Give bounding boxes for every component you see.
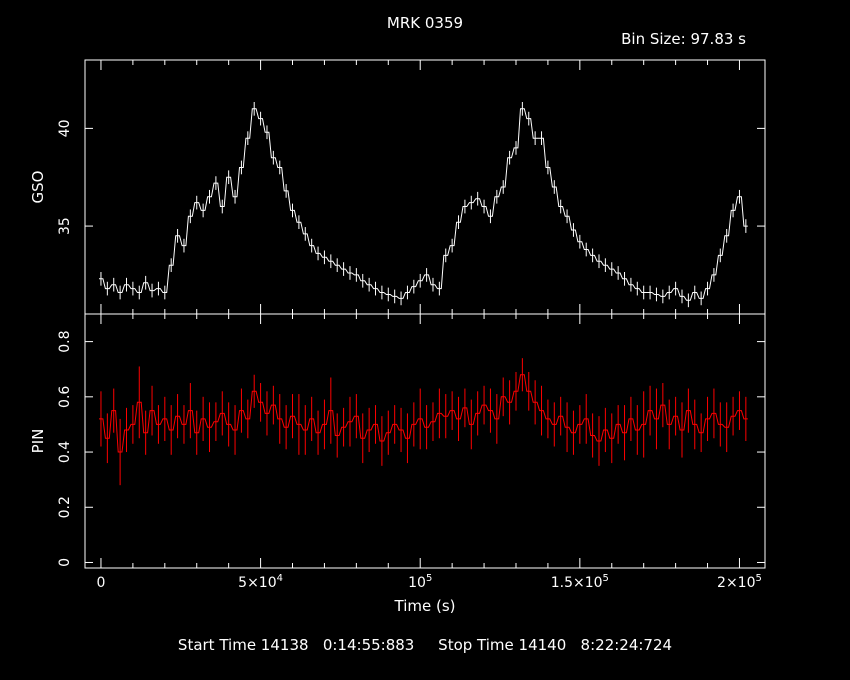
xtick-label: 5×104 — [238, 573, 283, 591]
xtick-label: 1.5×105 — [551, 573, 609, 591]
pin-ytick-label: 0.4 — [57, 441, 73, 463]
pin-ytick-label: 0.8 — [57, 330, 73, 352]
pin-panel-frame — [84, 313, 766, 569]
pin-ytick-label: 0.6 — [57, 386, 73, 408]
gso-ytick-label: 40 — [57, 119, 73, 137]
gso-ytick-label: 35 — [57, 217, 73, 235]
gso-ylabel: GSO — [29, 171, 47, 204]
xtick-label: 0 — [97, 575, 106, 591]
light-curve-plot: 35 40 GSO 0 0.2 0.4 0.6 0.8 PIN 0 5×104 105 1.5×105 2… — [29, 59, 766, 615]
pin-ylabel: PIN — [29, 429, 47, 454]
xtick-label: 105 — [408, 573, 432, 591]
gso-panel-frame — [84, 59, 766, 315]
pin-ytick-label: 0 — [57, 558, 73, 567]
xtick-label: 2×105 — [717, 573, 762, 591]
xlabel: Time (s) — [394, 597, 456, 615]
time-range-footer: Start Time 14138 0:14:55:883 Stop Time 1… — [177, 636, 673, 654]
pin-ytick-label: 0.2 — [57, 496, 73, 518]
